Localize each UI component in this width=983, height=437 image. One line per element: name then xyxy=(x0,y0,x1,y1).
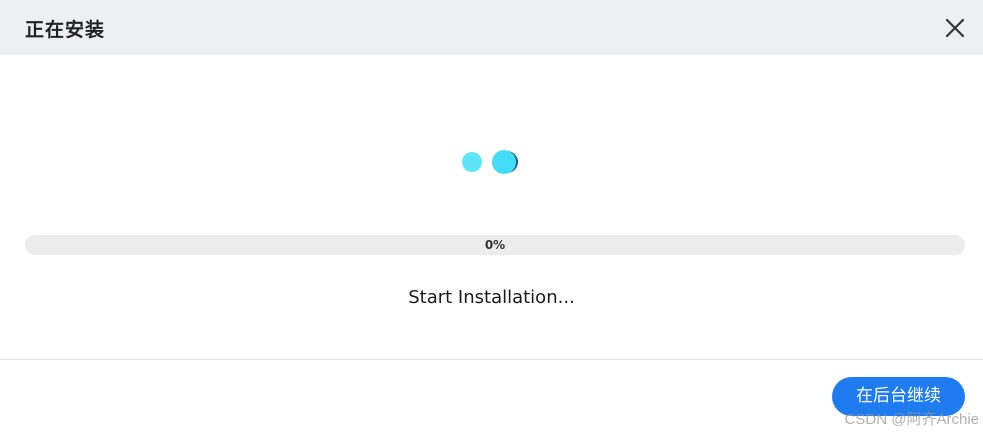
install-dialog: 正在安装 0% Start Installation... 在后台继续 CSDN… xyxy=(0,0,983,437)
watermark: CSDN @阿齐Archie xyxy=(844,411,979,428)
dialog-title: 正在安装 xyxy=(25,19,106,41)
close-button[interactable] xyxy=(944,17,966,39)
close-icon xyxy=(945,18,965,38)
progress-label: 0% xyxy=(484,238,506,252)
status-text: Start Installation... xyxy=(408,287,575,308)
loading-spinner xyxy=(455,145,535,181)
dialog-header: 正在安装 xyxy=(0,0,983,55)
progress-bar: 0% xyxy=(25,235,965,255)
footer-divider xyxy=(0,359,983,360)
loading-dots-icon xyxy=(462,150,518,174)
